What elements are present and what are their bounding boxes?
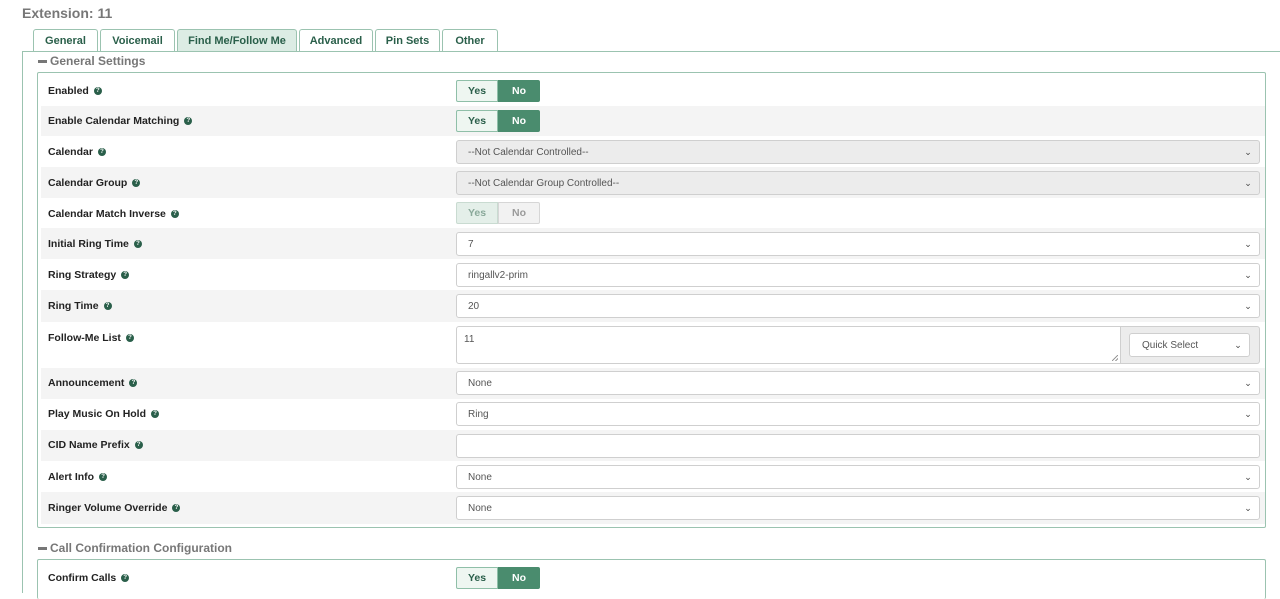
page-title: Extension: 11 <box>22 5 113 21</box>
row-calendar-match-inverse: Calendar Match Inverse ? <box>41 198 1265 228</box>
initial-ring-time-value: 7 <box>468 238 474 250</box>
follow-me-list-textarea[interactable]: 11 <box>456 326 1121 364</box>
chevron-down-icon: ⌄ <box>1244 178 1252 188</box>
chevron-down-icon: ⌄ <box>1244 472 1252 482</box>
row-confirm-calls: Confirm Calls ? <box>41 563 1265 593</box>
field-label: Calendar <box>48 146 93 158</box>
ring-time-value: 20 <box>468 300 480 312</box>
help-icon[interactable]: ? <box>132 179 141 187</box>
ring-strategy-value: ringallv2-prim <box>468 269 529 281</box>
initial-ring-time-select[interactable]: 7 ⌄ <box>456 232 1260 256</box>
resize-grip-icon[interactable] <box>1112 355 1118 361</box>
field-label: Calendar Match Inverse <box>48 208 166 220</box>
tab-voicemail[interactable]: Voicemail <box>100 29 175 51</box>
chevron-down-icon: ⌄ <box>1244 378 1252 388</box>
help-icon[interactable]: ? <box>134 441 143 449</box>
help-icon[interactable]: ? <box>97 148 106 156</box>
chevron-down-icon: ⌄ <box>1244 301 1252 311</box>
section-title: Call Confirmation Configuration <box>50 541 232 555</box>
calendar-group-select[interactable]: --Not Calendar Group Controlled-- ⌄ <box>456 171 1260 195</box>
tab-general[interactable]: General <box>33 29 98 51</box>
ring-time-select[interactable]: 20 ⌄ <box>456 294 1260 318</box>
calendar-matching-yes[interactable]: Yes <box>456 110 498 132</box>
chevron-down-icon: ⌄ <box>1244 503 1252 513</box>
confirm-calls-no[interactable]: No <box>498 567 540 589</box>
help-icon[interactable]: ? <box>133 240 142 248</box>
match-inverse-toggle: Yes No <box>456 202 540 224</box>
calendar-matching-toggle: Yes No <box>456 110 540 132</box>
field-label: Play Music On Hold <box>48 408 147 420</box>
calendar-value: --Not Calendar Controlled-- <box>468 146 589 158</box>
enabled-yes[interactable]: Yes <box>456 80 498 102</box>
help-icon[interactable]: ? <box>125 334 134 342</box>
alert-info-value: None <box>468 471 492 483</box>
section-call-confirmation[interactable]: Call Confirmation Configuration <box>38 541 232 555</box>
music-on-hold-select[interactable]: Ring ⌄ <box>456 402 1260 426</box>
tab-divider <box>22 51 1280 52</box>
field-label: Enabled <box>48 85 89 97</box>
enabled-no[interactable]: No <box>498 80 540 102</box>
chevron-down-icon: ⌄ <box>1244 147 1252 157</box>
field-label: Ringer Volume Override <box>48 502 168 514</box>
match-inverse-no[interactable]: No <box>498 202 540 224</box>
ringer-volume-select[interactable]: None ⌄ <box>456 496 1260 520</box>
help-icon[interactable]: ? <box>151 410 160 418</box>
help-icon[interactable]: ? <box>170 210 179 218</box>
help-icon[interactable]: ? <box>129 379 138 387</box>
alert-info-select[interactable]: None ⌄ <box>456 465 1260 489</box>
field-label: Initial Ring Time <box>48 238 129 250</box>
row-enable-calendar-matching: Enable Calendar Matching ? <box>41 106 1265 136</box>
collapse-icon <box>38 59 47 63</box>
field-label: Follow-Me List <box>48 332 121 344</box>
tab-pin-sets[interactable]: Pin Sets <box>375 29 440 51</box>
follow-me-list-value: 11 <box>464 334 475 345</box>
help-icon[interactable]: ? <box>121 271 130 279</box>
section-title: General Settings <box>50 54 146 68</box>
chevron-down-icon: ⌄ <box>1234 340 1242 350</box>
field-label: Enable Calendar Matching <box>48 115 180 127</box>
chevron-down-icon: ⌄ <box>1244 239 1252 249</box>
calendar-group-value: --Not Calendar Group Controlled-- <box>468 177 620 189</box>
row-enabled: Enabled ? <box>41 76 1265 106</box>
field-label: Confirm Calls <box>48 572 117 584</box>
quick-select-dropdown[interactable]: Quick Select ⌄ <box>1129 333 1250 357</box>
match-inverse-yes[interactable]: Yes <box>456 202 498 224</box>
collapse-icon <box>38 546 47 550</box>
ringer-volume-value: None <box>468 502 492 514</box>
chevron-down-icon: ⌄ <box>1244 409 1252 419</box>
tab-other[interactable]: Other <box>442 29 498 51</box>
confirm-calls-yes[interactable]: Yes <box>456 567 498 589</box>
field-label: CID Name Prefix <box>48 439 130 451</box>
quick-select-label: Quick Select <box>1142 339 1199 351</box>
help-icon[interactable]: ? <box>184 117 193 125</box>
cid-name-prefix-input[interactable] <box>456 434 1260 458</box>
help-icon[interactable]: ? <box>121 574 130 582</box>
field-label: Ring Strategy <box>48 269 117 281</box>
music-on-hold-value: Ring <box>468 408 489 420</box>
chevron-down-icon: ⌄ <box>1244 270 1252 280</box>
field-label: Calendar Group <box>48 177 128 189</box>
ring-strategy-select[interactable]: ringallv2-prim ⌄ <box>456 263 1260 287</box>
tab-bar: General Voicemail Find Me/Follow Me Adva… <box>33 29 500 52</box>
calendar-select[interactable]: --Not Calendar Controlled-- ⌄ <box>456 140 1260 164</box>
help-icon[interactable]: ? <box>99 473 108 481</box>
tab-find-me-follow-me[interactable]: Find Me/Follow Me <box>177 29 297 52</box>
announcement-value: None <box>468 377 492 389</box>
calendar-matching-no[interactable]: No <box>498 110 540 132</box>
field-label: Ring Time <box>48 300 99 312</box>
confirm-calls-toggle: Yes No <box>456 567 540 589</box>
help-icon[interactable]: ? <box>103 302 112 310</box>
tab-advanced[interactable]: Advanced <box>299 29 373 51</box>
help-icon[interactable]: ? <box>172 504 181 512</box>
field-label: Alert Info <box>48 471 95 483</box>
panel-border <box>22 51 23 593</box>
announcement-select[interactable]: None ⌄ <box>456 371 1260 395</box>
field-label: Announcement <box>48 377 125 389</box>
enabled-toggle: Yes No <box>456 80 540 102</box>
quick-select-addon: Quick Select ⌄ <box>1121 326 1260 364</box>
help-icon[interactable]: ? <box>93 87 102 95</box>
section-general-settings[interactable]: General Settings <box>38 54 145 68</box>
